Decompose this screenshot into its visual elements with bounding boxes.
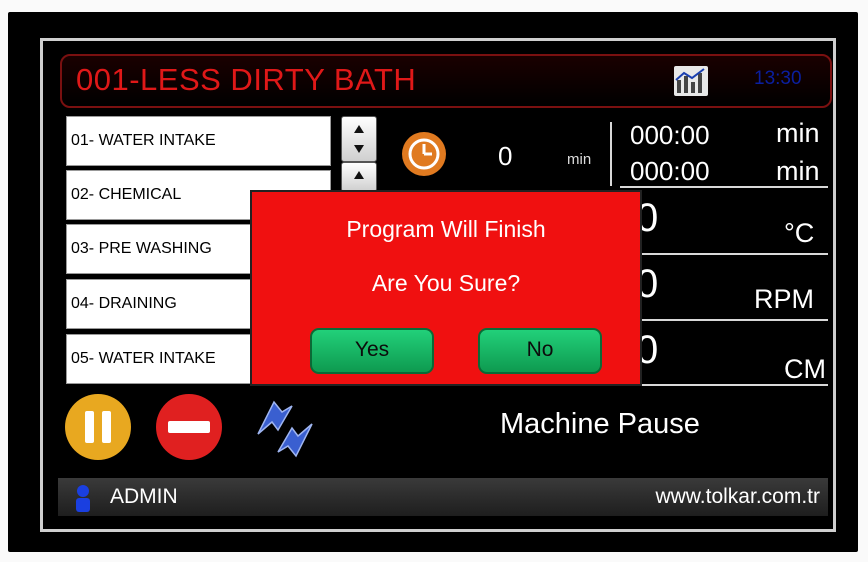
refresh-button[interactable] (248, 392, 322, 466)
divider (610, 122, 612, 186)
elapsed-time-value: 000:00 (630, 120, 710, 150)
remaining-time-value: 000:00 (630, 156, 710, 186)
step-item[interactable]: 01- WATER INTAKE (66, 116, 331, 166)
pause-icon (85, 411, 111, 443)
yes-button[interactable]: Yes (310, 328, 434, 374)
scroll-up-button[interactable] (341, 116, 377, 162)
step-label: 04- DRAINING (71, 295, 177, 312)
confirm-dialog: Program Will Finish Are You Sure? Yes No (250, 190, 642, 386)
stop-icon (168, 421, 210, 433)
level-unit: CM (784, 354, 826, 384)
title-bar: 001-LESS DIRTY BATH 13:30 (60, 54, 832, 108)
dialog-question: Are You Sure? (371, 270, 521, 296)
clock-display: 13:30 (754, 68, 802, 89)
elapsed-time-unit: min (776, 118, 820, 148)
timer-icon (402, 132, 446, 176)
temperature-unit: °C (784, 218, 815, 248)
website-url: www.tolkar.com.tr (655, 485, 820, 508)
machine-status: Machine Pause (500, 408, 700, 440)
timer-value: 0 (498, 141, 513, 171)
step-label: 03- PRE WASHING (71, 240, 212, 257)
user-icon (72, 484, 94, 512)
refresh-icon (257, 400, 313, 458)
step-label: 01- WATER INTAKE (71, 132, 216, 149)
footer-bar: ADMIN www.tolkar.com.tr (58, 478, 828, 516)
timer-unit: min (567, 151, 592, 168)
user-name: ADMIN (110, 485, 178, 508)
remaining-time-unit: min (776, 156, 820, 186)
program-title: 001-LESS DIRTY BATH (76, 62, 417, 97)
rpm-unit: RPM (754, 284, 814, 314)
dialog-message: Program Will Finish (346, 216, 546, 242)
step-label: 05- WATER INTAKE (71, 350, 216, 367)
pause-button[interactable] (65, 394, 131, 460)
step-label: 02- CHEMICAL (71, 186, 182, 203)
no-button[interactable]: No (478, 328, 602, 374)
stop-button[interactable] (156, 394, 222, 460)
scroll-down-button[interactable] (341, 162, 377, 192)
divider (620, 186, 828, 188)
chart-icon[interactable] (674, 66, 708, 96)
